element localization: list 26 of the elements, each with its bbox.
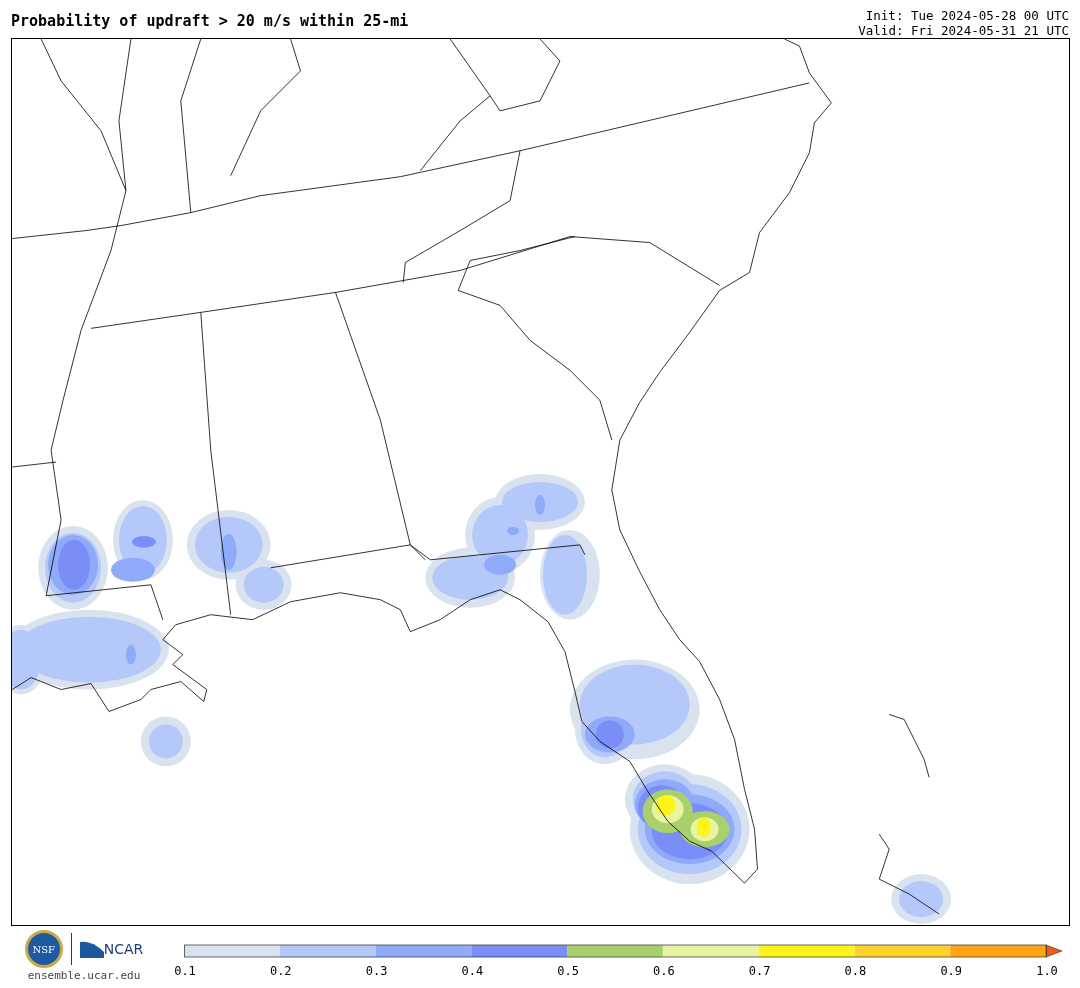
colorbar-tick-label: 0.7: [748, 963, 771, 980]
chart-title: Probability of updraft > 20 m/s within 25-mi: [11, 10, 409, 32]
probability-area: [696, 817, 711, 838]
colorbar-tick-label: 0.9: [940, 963, 963, 980]
colorbar-tick-label: 1.0: [1036, 963, 1058, 980]
probability-area: [899, 881, 944, 917]
colorbar-tick-label: 0.3: [365, 963, 388, 980]
nsf-logo: NSF: [24, 930, 63, 968]
site-url: ensemble.ucar.edu: [27, 968, 141, 984]
probability-area: [507, 526, 520, 535]
probability-area: [125, 644, 136, 665]
ncar-logo: NCAR: [79, 938, 144, 960]
colorbar-tick-label: 0.1: [174, 963, 196, 980]
colorbar-tick-label: 0.4: [461, 963, 484, 980]
colorbar-tick-label: 0.8: [844, 963, 867, 980]
probability-area: [595, 720, 624, 749]
colorbar-tick-label: 0.5: [557, 963, 579, 980]
colorbar-tick-label: 0.6: [653, 963, 675, 980]
probability-area: [58, 539, 90, 590]
probability-area: [655, 795, 676, 816]
probability-area: [131, 535, 156, 548]
colorbar-tick-label: 0.2: [269, 963, 292, 980]
init-time: Init: Tue 2024-05-28 00 UTC: [864, 8, 1069, 23]
valid-time: Valid: Fri 2024-05-31 21 UTC: [858, 23, 1069, 38]
probability-area: [148, 724, 183, 759]
probability-area: [110, 557, 155, 582]
